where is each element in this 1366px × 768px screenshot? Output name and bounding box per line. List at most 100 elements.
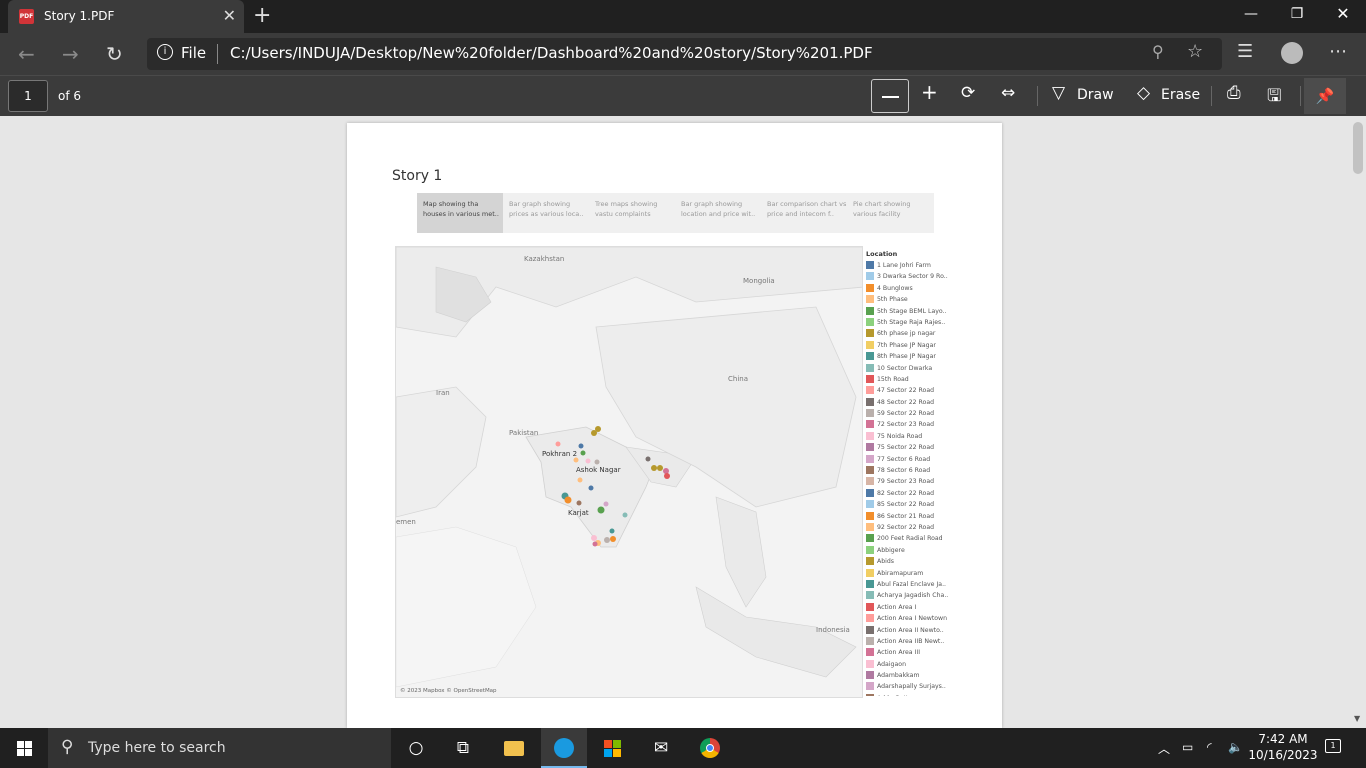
story-point-4[interactable]: Bar graph showing location and price wit… [675, 193, 761, 233]
scroll-down-arrow-icon[interactable]: ▼ [1354, 714, 1360, 723]
legend-item[interactable]: Action Area IIB Newt.. [866, 636, 956, 648]
document-scrollbar[interactable]: ▼ [1350, 116, 1366, 728]
legend-item[interactable]: 75 Sector 22 Road [866, 443, 956, 454]
minimize-button[interactable]: — [1228, 0, 1274, 33]
legend-item[interactable]: Adarshapally Surjays.. [866, 682, 956, 693]
volume-icon[interactable]: 🔈 [1228, 740, 1243, 754]
legend-item[interactable]: 1 Lane Johri Farm [866, 261, 956, 272]
legend-item[interactable]: 48 Sector 22 Road [866, 397, 956, 409]
legend-item[interactable]: 82 Sector 22 Road [866, 488, 956, 500]
legend-item[interactable]: 78 Sector 6 Road [866, 466, 956, 477]
location-map[interactable]: Kazakhstan Mongolia Iran China Pakistan … [395, 246, 863, 698]
system-clock[interactable]: 7:42 AM 10/16/2023 [1248, 731, 1318, 763]
new-tab-button[interactable]: + [253, 3, 271, 28]
legend-item[interactable]: 5th Stage Raja Rajes.. [866, 317, 956, 329]
map-point[interactable] [609, 528, 615, 534]
chrome-icon[interactable] [687, 728, 733, 768]
zoom-out-button[interactable] [871, 79, 909, 113]
map-point[interactable] [555, 441, 561, 447]
map-point[interactable] [657, 465, 663, 471]
map-point[interactable] [588, 485, 594, 491]
wifi-icon[interactable]: ◜ [1207, 740, 1212, 754]
legend-item[interactable]: 5th Phase [866, 295, 956, 306]
zoom-icon[interactable]: ⚲ [1152, 42, 1164, 61]
map-point[interactable] [591, 430, 597, 436]
save-icon[interactable]: 🖫 [1267, 83, 1281, 112]
map-point[interactable] [576, 500, 582, 506]
info-icon[interactable]: i [157, 44, 173, 60]
legend-item[interactable]: 200 Feet Radial Road [866, 534, 956, 545]
legend-item[interactable]: Abbigere [866, 545, 956, 557]
task-view-icon[interactable]: ⧉ [440, 728, 486, 768]
legend-item[interactable]: Action Area I [866, 602, 956, 614]
legend-item[interactable]: Action Area III [866, 648, 956, 659]
tab-close-icon[interactable]: ✕ [223, 6, 236, 25]
story-point-3[interactable]: Tree maps showing vastu complaints [589, 193, 675, 233]
map-point[interactable] [663, 468, 669, 474]
fit-page-icon[interactable]: ⇔ [1001, 83, 1015, 103]
forward-arrow-icon[interactable]: → [62, 42, 79, 66]
profile-avatar[interactable] [1281, 42, 1303, 64]
map-point[interactable] [577, 477, 583, 483]
legend-item[interactable]: 7th Phase JP Nagar [866, 340, 956, 352]
legend-item[interactable]: 4 Bunglows [866, 283, 956, 295]
story-point-6[interactable]: Pie chart showing various facility [847, 193, 934, 233]
legend-item[interactable]: Adambakkam [866, 671, 956, 682]
map-point[interactable] [651, 465, 657, 471]
legend-item[interactable]: Adaigaon [866, 659, 956, 671]
legend-item[interactable]: 8th Phase JP Nagar [866, 352, 956, 363]
story-point-1[interactable]: Map showing tha houses in various met.. [417, 193, 503, 233]
map-point[interactable] [564, 496, 572, 504]
legend-item[interactable]: 5th Stage BEML Layo.. [866, 306, 956, 318]
rotate-icon[interactable]: ⟳ [961, 83, 975, 103]
map-point[interactable] [603, 501, 609, 507]
legend-item[interactable]: Abiramapuram [866, 568, 956, 580]
pin-toolbar-icon[interactable]: 📌 [1304, 78, 1346, 114]
legend-item[interactable]: 10 Sector Dwarka [866, 363, 956, 375]
legend-item[interactable]: Abids [866, 557, 956, 568]
edge-browser-icon[interactable] [541, 728, 587, 768]
taskbar-search-box[interactable]: ⚲ Type here to search [48, 728, 391, 768]
scroll-thumb[interactable] [1353, 122, 1363, 174]
map-point[interactable] [580, 450, 586, 456]
map-point[interactable] [597, 506, 605, 514]
map-point[interactable] [622, 512, 628, 518]
refresh-icon[interactable]: ↻ [106, 42, 123, 66]
erase-button[interactable]: Erase [1161, 87, 1200, 103]
story-point-5[interactable]: Bar comparison chart vs price and inteco… [761, 193, 847, 233]
map-point[interactable] [645, 456, 651, 462]
legend-item[interactable]: Action Area II Newto.. [866, 625, 956, 637]
legend-item[interactable]: 6th phase jp nagar [866, 329, 956, 340]
start-button[interactable] [0, 728, 48, 768]
legend-item[interactable]: 85 Sector 22 Road [866, 500, 956, 511]
map-point[interactable] [573, 457, 579, 463]
draw-icon[interactable]: ▽ [1052, 83, 1065, 103]
more-options-icon[interactable]: ⋯ [1329, 41, 1347, 62]
page-number-input[interactable]: 1 [8, 80, 48, 112]
map-point[interactable] [604, 537, 610, 543]
legend-item[interactable]: Abul Fazal Enclave Ja.. [866, 579, 956, 591]
legend-item[interactable]: Acharya Jagadish Cha.. [866, 591, 956, 602]
legend-item[interactable]: Action Area I Newtown [866, 614, 956, 625]
cortana-icon[interactable]: ○ [393, 728, 439, 768]
map-point[interactable] [610, 536, 616, 542]
erase-icon[interactable]: ◇ [1137, 83, 1150, 103]
legend-item[interactable]: 77 Sector 6 Road [866, 454, 956, 466]
favorites-list-icon[interactable]: ☰ [1237, 41, 1253, 62]
map-point[interactable] [594, 459, 600, 465]
battery-icon[interactable]: ▭ [1182, 740, 1193, 754]
map-point[interactable] [585, 458, 591, 464]
legend-item[interactable]: 15th Road [866, 374, 956, 386]
legend-item[interactable]: 3 Dwarka Sector 9 Ro.. [866, 272, 956, 283]
legend-item[interactable]: 79 Sector 23 Road [866, 477, 956, 488]
restore-button[interactable]: ❐ [1274, 0, 1320, 33]
print-icon[interactable]: ⎙ [1227, 83, 1241, 103]
legend-item[interactable]: 86 Sector 21 Road [866, 511, 956, 523]
draw-button[interactable]: Draw [1077, 87, 1114, 103]
favorite-star-icon[interactable]: ☆ [1187, 41, 1203, 62]
browser-tab-active[interactable]: PDF Story 1.PDF ✕ [8, 0, 244, 33]
mail-icon[interactable]: ✉ [638, 728, 684, 768]
legend-item[interactable]: 92 Sector 22 Road [866, 522, 956, 534]
notification-center-icon[interactable]: 1 [1325, 739, 1341, 753]
microsoft-store-icon[interactable] [589, 728, 635, 768]
